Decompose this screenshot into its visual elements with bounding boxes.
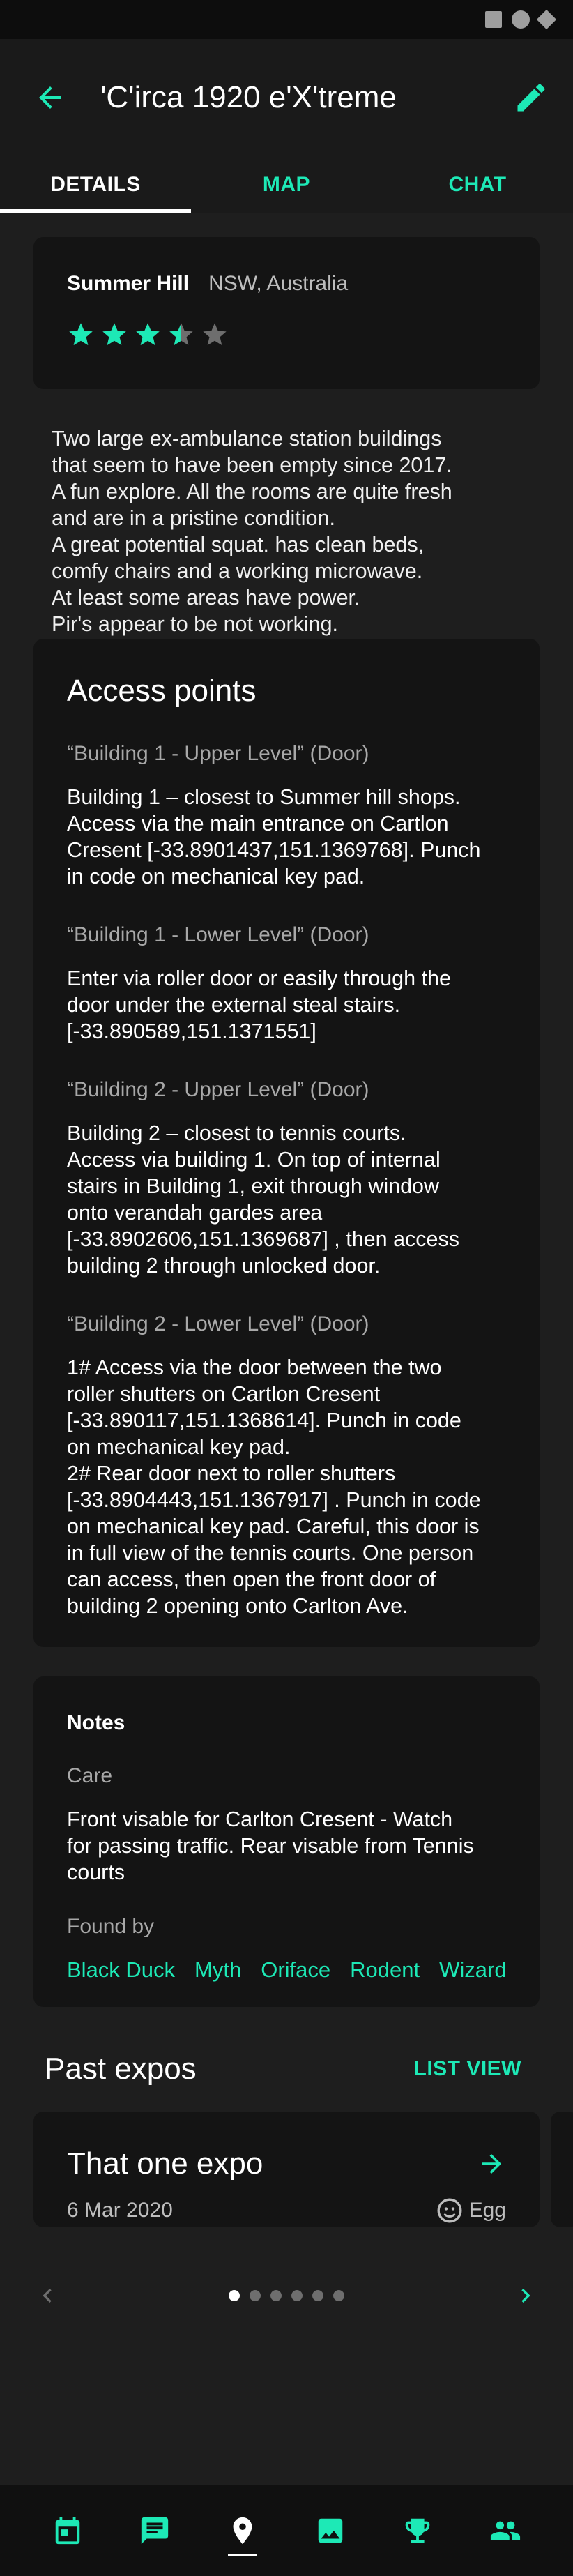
access-point-name: “Building 1 - Upper Level” (Door) [67,742,369,765]
chevron-right-icon[interactable] [512,2282,540,2310]
page-title: 'C'irca 1920 e'X'treme [100,80,397,114]
found-by-user-link[interactable]: Rodent [350,1954,420,1986]
edit-pencil-icon[interactable] [513,79,549,116]
chat-icon [142,2517,169,2545]
location-card: Summer Hill NSW, Australia [33,237,540,389]
expo-name: That one expo [67,2146,263,2181]
arrow-forward-icon[interactable] [477,2149,506,2179]
tab-bar: DETAILS MAP CHAT [0,156,573,213]
nav-gallery[interactable] [300,2501,360,2561]
tab-details[interactable]: DETAILS [0,156,191,213]
nav-location[interactable] [213,2501,273,2561]
past-expos-title: Past expos [45,2052,197,2086]
access-point: “Building 2 - Upper Level” (Door) Buildi… [67,1078,506,1279]
access-points-card: Access points “Building 1 - Upper Level”… [33,639,540,1647]
page-dots [229,2290,344,2301]
page-dot[interactable] [270,2290,282,2301]
expo-user: Egg [436,2197,506,2225]
next-expo-card-peek[interactable] [551,2112,573,2227]
status-circle-icon [512,10,530,29]
app-bar: 'C'irca 1920 e'X'treme [0,39,573,156]
nav-people[interactable] [475,2501,535,2561]
tab-chat[interactable]: CHAT [382,156,573,213]
care-text: Front visable for Carlton Cresent - Watc… [67,1808,474,1884]
back-arrow-icon[interactable] [33,81,67,114]
found-by-user-link[interactable]: Myth [194,1954,241,1986]
nav-chat[interactable] [125,2501,185,2561]
past-expos-header: Past expos LIST VIEW [45,2052,521,2086]
list-view-button[interactable]: LIST VIEW [414,2057,522,2081]
care-label: Care [67,1764,113,1787]
tab-indicator [0,209,191,213]
location-region: NSW, Australia [208,272,349,295]
page-dot[interactable] [229,2290,240,2301]
people-icon [491,2521,521,2540]
star-icon [102,323,126,345]
star-icon [169,323,193,345]
trophy-icon [406,2518,430,2543]
access-point-description: Enter via roller door or easily through … [67,967,451,1043]
access-point-description: Building 1 – closest to Summer hill shop… [67,785,481,888]
expo-pager [33,2282,540,2310]
nav-calendar[interactable] [38,2501,98,2561]
tab-map[interactable]: MAP [191,156,382,213]
status-bar [0,0,573,39]
access-point: “Building 1 - Upper Level” (Door) Buildi… [67,742,506,890]
location-pin-icon [233,2517,252,2545]
image-icon [318,2518,343,2543]
star-icon [69,323,93,345]
nav-trophies[interactable] [388,2501,448,2561]
page-dot[interactable] [250,2290,261,2301]
access-points-title: Access points [67,674,257,708]
access-point: “Building 1 - Lower Level” (Door) Enter … [67,923,506,1045]
location-name: Summer Hill [67,272,190,295]
found-by-user-link[interactable]: Black Duck [67,1954,175,1986]
chevron-left-icon[interactable] [33,2282,61,2310]
page-dot[interactable] [333,2290,344,2301]
access-point-name: “Building 1 - Lower Level” (Door) [67,923,369,946]
star-rating [67,321,506,349]
access-point-name: “Building 2 - Lower Level” (Door) [67,1312,369,1335]
page-dot[interactable] [312,2290,323,2301]
access-point-name: “Building 2 - Upper Level” (Door) [67,1078,369,1101]
access-point-description: 1# Access via the door between the two r… [67,1356,481,1618]
expo-card[interactable]: That one expo 6 Mar 2020 Egg [33,2112,540,2227]
found-by-label: Found by [67,1915,155,1938]
expo-carousel: That one expo 6 Mar 2020 Egg [0,2112,573,2227]
star-icon [203,323,227,345]
notes-title: Notes [67,1711,125,1734]
found-by-user-link[interactable]: Oriface [261,1954,330,1986]
access-point-description: Building 2 – closest to tennis courts. A… [67,1121,459,1278]
calendar-icon [55,2517,80,2545]
access-point: “Building 2 - Lower Level” (Door) 1# Acc… [67,1312,506,1619]
location-description: Two large ex-ambulance station buildings… [52,427,452,636]
star-icon [136,323,160,345]
expo-user-name: Egg [468,2199,506,2222]
expo-date: 6 Mar 2020 [67,2199,173,2222]
found-by-user-link[interactable]: Wizard [439,1954,506,1986]
found-by-list: Black Duck Myth Oriface Rodent Wizard [67,1954,513,1986]
status-diamond-icon [536,9,557,30]
page-dot[interactable] [291,2290,303,2301]
status-square-icon [485,11,502,28]
bottom-navigation [0,2485,573,2576]
user-avatar-icon [437,2198,462,2223]
notes-card: Notes Care Front visable for Carlton Cre… [33,1676,540,2007]
